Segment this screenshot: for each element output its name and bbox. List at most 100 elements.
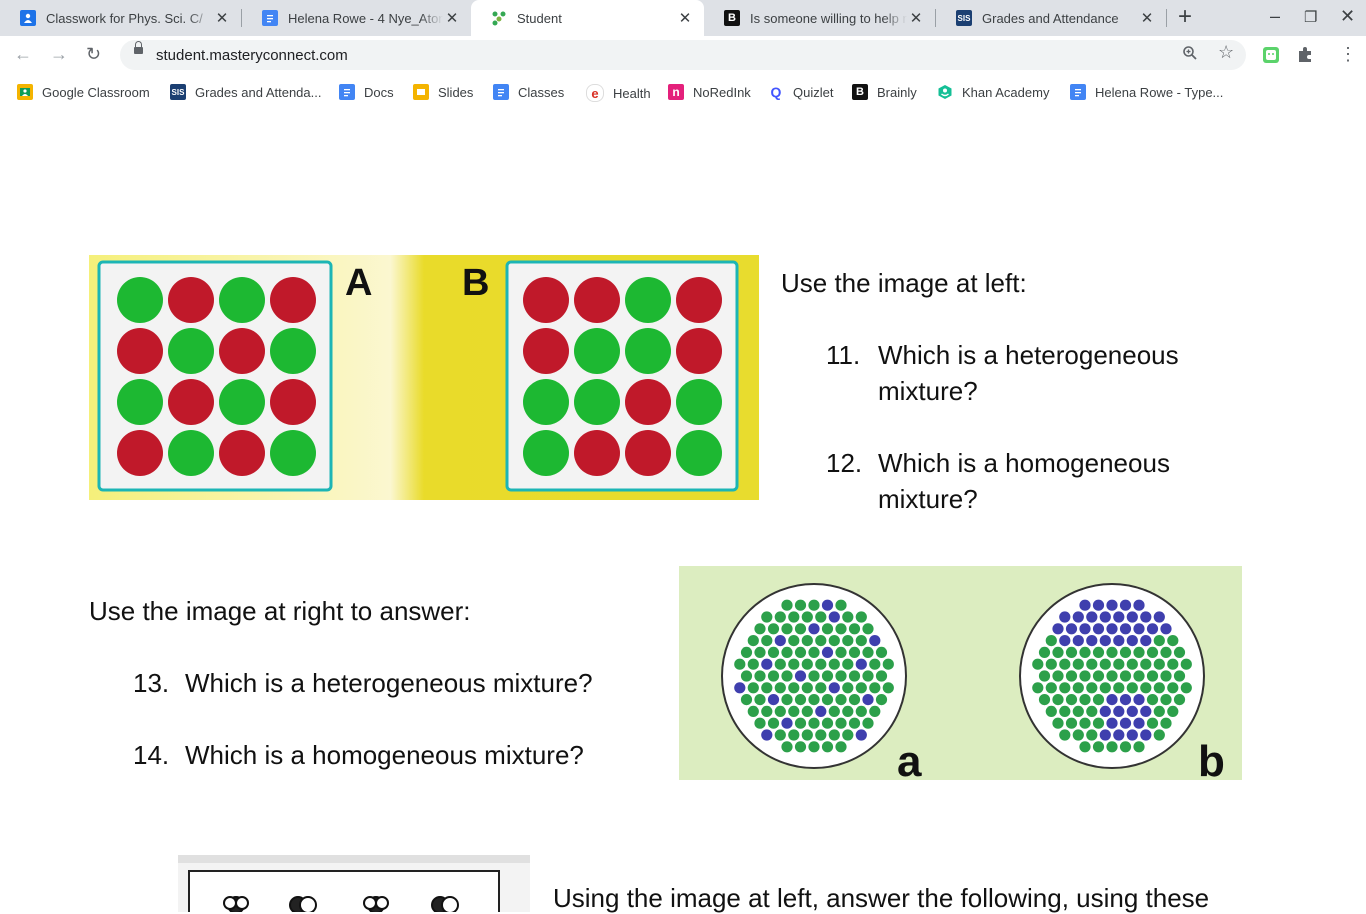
blue-particle (1079, 599, 1091, 611)
bookmark-docs[interactable]: Docs (339, 84, 394, 100)
blue-particle (1079, 623, 1091, 635)
green-particle (1065, 717, 1078, 729)
blue-particle (821, 646, 834, 658)
bookmark-khan-academy[interactable]: Khan Academy (937, 84, 1049, 100)
green-particle (1140, 682, 1152, 694)
bookmark-noredink[interactable]: n NoRedInk (668, 84, 751, 100)
green-particle (808, 670, 820, 682)
blue-particle (1153, 611, 1165, 623)
blue-particle (828, 682, 840, 694)
green-particle (1059, 705, 1071, 717)
green-particle (1059, 658, 1071, 670)
blue-particle (1072, 635, 1084, 647)
green-particle (875, 646, 888, 658)
bookmark-slides[interactable]: Slides (413, 84, 473, 100)
tab-docs-atomic[interactable]: Helena Rowe - 4 Nye_Atomic ✕ (242, 0, 471, 36)
health-icon: e (586, 84, 604, 102)
close-icon[interactable]: ✕ (676, 9, 694, 27)
mixture-circle-figure: a b (679, 566, 1242, 780)
tab-student[interactable]: Student ✕ (471, 0, 704, 36)
sis-icon: SIS (170, 84, 186, 100)
question-11-continued: mixture? (878, 376, 978, 406)
green-particle (1045, 635, 1057, 647)
green-particle (1119, 646, 1132, 658)
green-particle (815, 658, 827, 670)
minimize-icon[interactable]: – (1270, 6, 1280, 27)
zoom-icon[interactable] (1182, 45, 1198, 66)
green-particle (848, 646, 861, 658)
blue-particle (855, 729, 867, 741)
classroom-icon (20, 10, 36, 26)
bookmark-classes[interactable]: Classes (493, 84, 564, 100)
bookmark-helena-rowe[interactable]: Helena Rowe - Type... (1070, 84, 1223, 100)
green-particle (1106, 670, 1118, 682)
close-icon[interactable]: ✕ (443, 9, 461, 27)
green-particle (1126, 682, 1138, 694)
blue-particle (1133, 694, 1145, 706)
tab-brainly[interactable]: B Is someone willing to help me ✕ (704, 0, 935, 36)
green-particle (882, 682, 894, 694)
green-particle (808, 599, 820, 611)
brainly-icon: B (724, 10, 740, 26)
red-particle (625, 379, 671, 425)
bookmark-quizlet[interactable]: Q Quizlet (768, 84, 833, 100)
blue-particle (1052, 623, 1064, 635)
restore-icon[interactable]: ❐ (1304, 8, 1317, 26)
green-particle (828, 658, 840, 670)
green-particle (848, 717, 861, 729)
reload-icon[interactable]: ↻ (86, 44, 101, 65)
tab-grades[interactable]: SIS Grades and Attendance ✕ (936, 0, 1166, 36)
forward-arrow-icon[interactable]: → (50, 44, 68, 65)
extension-green-icon[interactable] (1262, 46, 1280, 69)
green-particle (1092, 670, 1105, 682)
green-particle (828, 705, 840, 717)
green-particle (1133, 741, 1145, 753)
new-tab-button[interactable]: + (1178, 5, 1192, 29)
blue-particle (1119, 599, 1132, 611)
question-12: 12. Which is a homogeneous (826, 448, 1170, 479)
green-particle (794, 717, 807, 729)
bookmark-star-icon[interactable]: ☆ (1218, 42, 1234, 63)
bookmark-grades[interactable]: SIS Grades and Attenda... (170, 84, 321, 100)
green-particle (117, 277, 163, 323)
bookmark-health[interactable]: e Health (586, 84, 651, 102)
lock-icon (134, 41, 143, 54)
bookmark-brainly[interactable]: B Brainly (852, 84, 917, 100)
green-particle (794, 623, 807, 635)
close-icon[interactable]: ✕ (1138, 9, 1156, 27)
menu-kebab-icon[interactable]: ⋮ (1339, 44, 1357, 65)
red-particle (625, 430, 671, 476)
close-icon[interactable]: ✕ (213, 9, 231, 27)
green-particle (754, 670, 766, 682)
window-close-icon[interactable]: ✕ (1340, 6, 1355, 27)
mixture-grid-figure: A B (89, 255, 759, 500)
green-particle (761, 611, 773, 623)
green-particle (821, 670, 834, 682)
green-particle (808, 741, 820, 753)
green-particle (842, 635, 854, 647)
address-bar[interactable]: student.masteryconnect.com ☆ (120, 40, 1246, 70)
green-particle (1072, 729, 1084, 741)
blue-particle (1140, 729, 1152, 741)
green-particle (1119, 741, 1132, 753)
green-particle (1052, 670, 1064, 682)
green-particle (862, 670, 874, 682)
figure-label-b: b (1198, 737, 1225, 780)
sis-icon: SIS (956, 10, 972, 26)
green-particle (774, 658, 786, 670)
bookmark-google-classroom[interactable]: Google Classroom (17, 84, 150, 100)
close-icon[interactable]: ✕ (907, 9, 925, 27)
bookmarks-bar: Google Classroom SIS Grades and Attenda.… (0, 74, 1366, 110)
green-particle (523, 430, 569, 476)
masteryconnect-icon (491, 10, 507, 26)
green-particle (774, 729, 786, 741)
back-arrow-icon[interactable]: ← (14, 44, 32, 65)
green-particle (842, 729, 854, 741)
green-particle (1126, 658, 1138, 670)
tab-classwork[interactable]: Classwork for Phys. Sci. C/ ✕ (0, 0, 241, 36)
green-particle (801, 611, 813, 623)
green-particle (788, 729, 800, 741)
green-particle (801, 658, 813, 670)
blue-particle (774, 635, 786, 647)
extensions-puzzle-icon[interactable] (1297, 46, 1314, 68)
